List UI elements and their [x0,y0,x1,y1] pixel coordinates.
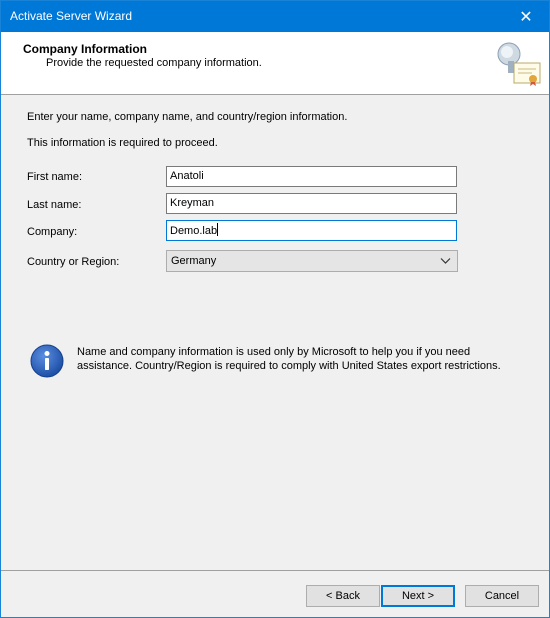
last-name-field[interactable]: Kreyman [166,193,457,214]
country-value: Germany [171,255,217,267]
required-text: This information is required to proceed. [27,137,218,149]
close-button[interactable]: ✕ [503,1,549,32]
footer-divider [1,570,549,571]
last-name-value: Kreyman [170,197,215,209]
certificate-server-icon [497,42,541,86]
page-title: Company Information [23,42,148,56]
info-icon [30,344,64,378]
first-name-label: First name: [27,171,83,183]
close-icon: ✕ [519,8,533,26]
wizard-header: Company Information Provide the requeste… [1,32,549,95]
title-bar: Activate Server Wizard ✕ [1,1,549,32]
page-subtitle: Provide the requested company informatio… [46,57,262,69]
chevron-down-icon [440,258,451,264]
back-button[interactable]: < Back [306,585,380,607]
next-button[interactable]: Next > [381,585,455,607]
window-title: Activate Server Wizard [10,9,133,23]
wizard-window: Activate Server Wizard ✕ Company Informa… [0,0,550,618]
last-name-label: Last name: [27,199,82,211]
company-field[interactable]: Demo.lab [166,220,457,241]
first-name-value: Anatoli [170,170,204,182]
text-caret [217,223,219,236]
cancel-button[interactable]: Cancel [465,585,539,607]
company-label: Company: [27,226,78,238]
country-label: Country or Region: [27,256,120,268]
company-value: Demo.lab [170,225,218,237]
info-text: Name and company information is used onl… [77,346,501,372]
intro-text: Enter your name, company name, and count… [27,111,348,123]
country-select[interactable]: Germany [166,250,458,272]
wizard-content: Enter your name, company name, and count… [1,95,549,570]
first-name-field[interactable]: Anatoli [166,166,457,187]
